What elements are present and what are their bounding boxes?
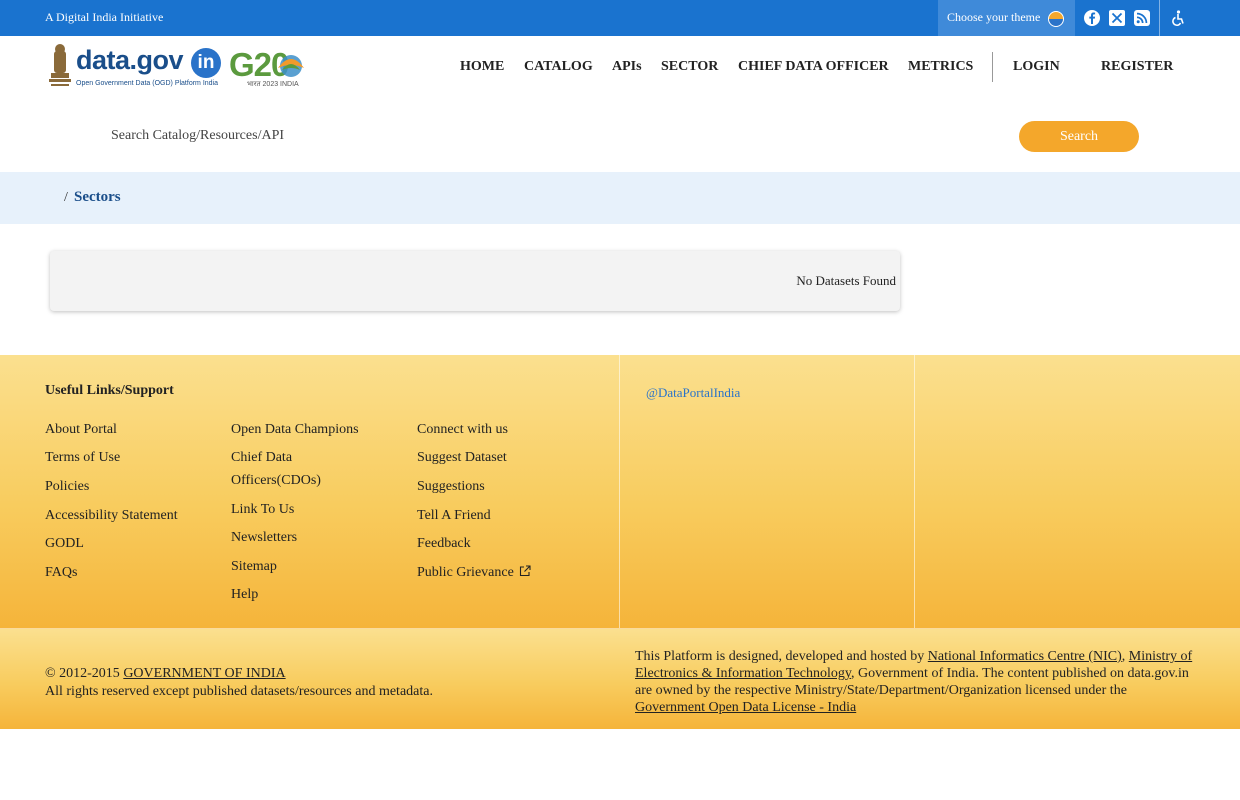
footer-link-suggest-dataset[interactable]: Suggest Dataset xyxy=(417,446,507,469)
footer-link-link-to-us[interactable]: Link To Us xyxy=(231,498,294,521)
g20-logo: G20 भारत 2023 INDIA xyxy=(229,46,309,92)
footer-link-faqs[interactable]: FAQs xyxy=(45,561,77,584)
bottom-bar: © 2012-2015 GOVERNMENT OF INDIA All righ… xyxy=(0,628,1240,729)
national-emblem-icon xyxy=(49,44,71,86)
footer-link-about-portal[interactable]: About Portal xyxy=(45,418,117,441)
hosted-prefix: This Platform is designed, developed and… xyxy=(635,649,928,664)
breadcrumb-separator: / xyxy=(64,190,68,205)
footer-heading: Useful Links/Support xyxy=(45,383,174,398)
search-button[interactable]: Search xyxy=(1019,121,1139,152)
digital-india-tagline: A Digital India Initiative xyxy=(45,10,164,24)
accessibility-icon[interactable] xyxy=(1169,9,1187,27)
footer-link-policies[interactable]: Policies xyxy=(45,475,89,498)
top-bar: A Digital India Initiative Choose your t… xyxy=(0,0,1240,36)
footer: Useful Links/Support About Portal Terms … xyxy=(0,355,1240,628)
topbar-divider xyxy=(1159,0,1160,36)
footer-link-tell-a-friend[interactable]: Tell A Friend xyxy=(417,504,491,527)
footer-link-godl[interactable]: GODL xyxy=(45,532,84,555)
x-twitter-icon[interactable] xyxy=(1108,9,1126,27)
register-link[interactable]: REGISTER xyxy=(1101,59,1173,77)
footer-link-help[interactable]: Help xyxy=(231,583,258,606)
footer-link-connect-with-us[interactable]: Connect with us xyxy=(417,418,508,441)
government-of-india-link[interactable]: GOVERNMENT OF INDIA xyxy=(123,666,285,681)
nav-metrics[interactable]: METRICS xyxy=(908,59,973,77)
breadcrumb: / Sectors xyxy=(0,172,1240,224)
footer-link-newsletters[interactable]: Newsletters xyxy=(231,526,297,549)
footer-link-accessibility-statement[interactable]: Accessibility Statement xyxy=(45,504,178,527)
footer-link-feedback[interactable]: Feedback xyxy=(417,532,471,555)
data-gov-logo[interactable]: data.gov in Open Government Data (OGD) P… xyxy=(45,43,223,93)
copyright-prefix: © 2012-2015 xyxy=(45,666,124,681)
logo-tagline: Open Government Data (OGD) Platform Indi… xyxy=(76,80,218,87)
rights-statement: All rights reserved except published dat… xyxy=(45,684,433,699)
hosted-comma: , xyxy=(1121,649,1126,664)
nav-chief-data-officer[interactable]: CHIEF DATA OFFICER xyxy=(738,59,889,77)
nav-apis[interactable]: APIs xyxy=(612,59,642,77)
footer-link-open-data-champions[interactable]: Open Data Champions xyxy=(231,418,359,441)
hosting-statement: This Platform is designed, developed and… xyxy=(635,648,1195,716)
rss-icon[interactable] xyxy=(1133,9,1151,27)
copyright: © 2012-2015 GOVERNMENT OF INDIA xyxy=(45,666,286,682)
facebook-icon[interactable] xyxy=(1083,9,1101,27)
footer-link-public-grievance[interactable]: Public Grievance xyxy=(417,561,531,584)
breadcrumb-current: Sectors xyxy=(74,189,121,205)
theme-chooser[interactable]: Choose your theme xyxy=(938,0,1075,36)
logo-in-badge: in xyxy=(191,48,221,78)
theme-chooser-label: Choose your theme xyxy=(947,10,1041,24)
footer-divider xyxy=(914,355,915,628)
footer-divider xyxy=(619,355,620,628)
logo-wordmark: data.gov xyxy=(76,45,184,75)
footer-link-chief-data-officers[interactable]: Chief Data Officers(CDOs) xyxy=(231,446,361,492)
nav-home[interactable]: HOME xyxy=(460,59,504,77)
no-datasets-message: No Datasets Found xyxy=(796,273,896,288)
login-link[interactable]: LOGIN xyxy=(1013,59,1060,77)
nav-sector[interactable]: SECTOR xyxy=(661,59,718,77)
footer-link-terms-of-use[interactable]: Terms of Use xyxy=(45,446,120,469)
twitter-handle-link[interactable]: @DataPortalIndia xyxy=(646,385,740,401)
footer-link-suggestions[interactable]: Suggestions xyxy=(417,475,485,498)
nav-divider xyxy=(992,52,993,82)
results-panel: No Datasets Found xyxy=(50,251,900,311)
footer-link-sitemap[interactable]: Sitemap xyxy=(231,555,277,578)
search-input[interactable] xyxy=(100,120,1010,152)
theme-swatch-icon[interactable] xyxy=(1048,11,1064,27)
godl-license-link[interactable]: Government Open Data License - India xyxy=(635,700,856,715)
public-grievance-label: Public Grievance xyxy=(417,565,514,580)
nic-link[interactable]: National Informatics Centre (NIC) xyxy=(928,649,1122,664)
g20-subtitle: भारत 2023 INDIA xyxy=(247,81,299,88)
external-link-icon xyxy=(519,565,531,577)
g20-lotus-icon xyxy=(278,55,304,77)
nav-catalog[interactable]: CATALOG xyxy=(524,59,593,77)
